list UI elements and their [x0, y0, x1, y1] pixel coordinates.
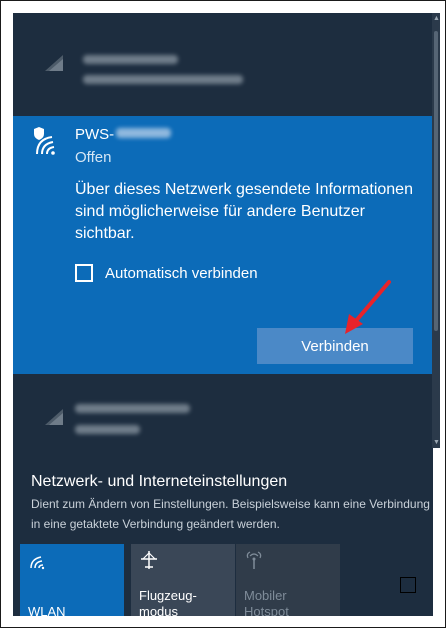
network-item[interactable] [13, 31, 433, 103]
mobile-hotspot-tile[interactable]: Mobiler Hotspot [236, 544, 340, 616]
corner-square [400, 577, 416, 593]
wlan-toggle-tile[interactable]: WLAN [20, 544, 124, 616]
wifi-signal-icon [45, 55, 63, 71]
tile-label: WLAN [28, 604, 66, 616]
hotspot-icon [246, 551, 262, 569]
scrollbar[interactable]: ▲ ▼ [432, 13, 440, 448]
wifi-shield-icon [34, 127, 55, 155]
tile-label: Flugzeug- modus [139, 588, 197, 616]
security-warning: Über dieses Netzwerk gesendete Informati… [75, 181, 413, 242]
settings-description: Dient zum Ändern von Einstellungen. Beis… [31, 497, 430, 531]
network-name-redacted [75, 404, 190, 413]
network-name-redacted [83, 55, 178, 64]
network-security-status: Offen [75, 149, 112, 166]
selected-network: PWS- Offen Über dieses Netzwerk gesendet… [13, 116, 433, 374]
tile-label-line2: Hotspot [244, 604, 289, 616]
scrollbar-thumb[interactable] [434, 31, 438, 331]
settings-title[interactable]: Netzwerk- und Interneteinstellungen [31, 473, 287, 491]
wifi-icon [30, 556, 45, 570]
network-status-redacted [75, 425, 140, 434]
auto-connect-checkbox[interactable] [75, 264, 93, 282]
network-flyout: PWS- Offen Über dieses Netzwerk gesendet… [13, 13, 433, 616]
auto-connect-label: Automatisch verbinden [105, 264, 258, 282]
network-status-redacted [83, 75, 243, 84]
network-item[interactable] [13, 377, 433, 459]
tile-label-line2: modus [139, 604, 179, 616]
airplane-icon [141, 551, 157, 569]
tile-label: Mobiler Hotspot [244, 588, 289, 616]
scroll-up-icon[interactable]: ▲ [433, 15, 440, 22]
ssid-redacted [116, 128, 171, 138]
tile-label-line1: Flugzeug- [139, 588, 197, 603]
tile-label-line1: Mobiler [244, 588, 287, 603]
wifi-signal-icon [45, 409, 63, 425]
network-ssid: PWS- [75, 126, 115, 143]
auto-connect-toggle[interactable]: Automatisch verbinden [75, 264, 258, 282]
annotation-arrow-icon [345, 280, 391, 334]
airplane-mode-tile[interactable]: Flugzeug- modus [131, 544, 235, 616]
scroll-down-icon[interactable]: ▼ [433, 439, 440, 446]
